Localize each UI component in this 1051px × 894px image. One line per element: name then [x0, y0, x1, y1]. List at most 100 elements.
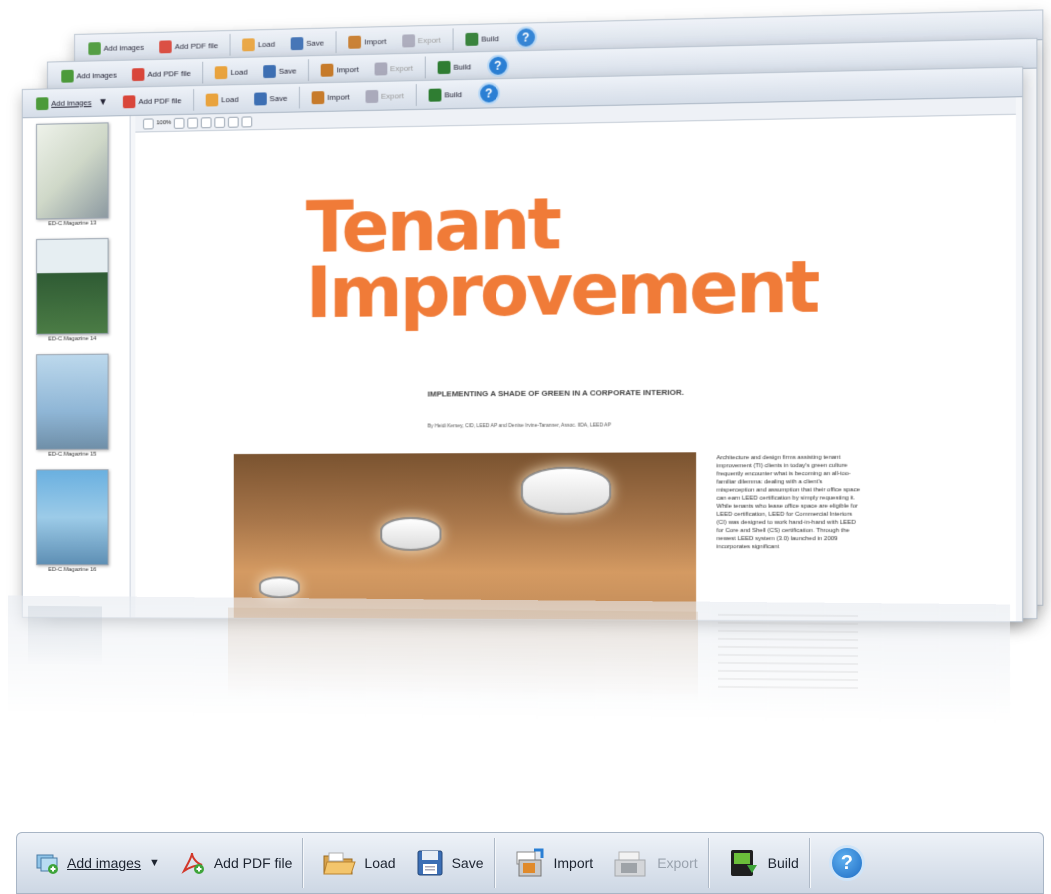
floppy-icon	[263, 64, 276, 78]
toolbar-separator	[229, 33, 231, 56]
app-stack-illustration: Add images Add PDF file Load Save Import…	[0, 0, 1051, 725]
thumbnail-page[interactable]	[36, 237, 109, 335]
import-button[interactable]: Import	[496, 841, 604, 885]
import-button[interactable]: Import	[343, 30, 393, 53]
help-button[interactable]: ?	[481, 54, 515, 77]
zoom-level[interactable]: 100%	[157, 120, 172, 126]
add-images-icon	[36, 96, 49, 110]
build-icon	[465, 32, 479, 46]
export-icon	[365, 89, 379, 103]
pdf-icon	[181, 852, 204, 874]
thumbnail-page[interactable]	[36, 469, 109, 566]
reflection-text	[718, 613, 858, 696]
export-icon	[374, 61, 388, 76]
add-images-icon	[36, 854, 58, 874]
import-button[interactable]: Import	[306, 85, 356, 108]
magnify-plus-icon[interactable]	[214, 116, 226, 128]
thumbnail-label: ED-C.Magazine 16	[48, 567, 97, 574]
add-pdf-button[interactable]: Add PDF file	[154, 34, 224, 57]
toolbar-separator	[308, 59, 310, 82]
help-button[interactable]: ?	[509, 26, 543, 49]
thumbnail-label: ED-C.Magazine 14	[48, 336, 97, 343]
toolbar-enlarged: Add images ▼ Add PDF file Load Save Impo…	[16, 832, 1044, 894]
zoom-out-icon[interactable]	[143, 117, 154, 129]
toolbar-separator	[424, 56, 426, 79]
main-window: Add images ▼ Add PDF file Load Save Impor…	[21, 66, 1024, 623]
export-button[interactable]: Export	[359, 84, 409, 107]
build-icon	[437, 60, 451, 74]
help-button[interactable]: ?	[472, 82, 506, 105]
dropdown-arrow-icon[interactable]: ▼	[149, 857, 160, 869]
ceiling-lamp	[380, 517, 442, 551]
thumbnail-panel[interactable]: ED-C.Magazine 13 ED-C.Magazine 14 ED-C.M…	[22, 116, 131, 618]
save-button[interactable]: Save	[285, 31, 330, 54]
pdf-icon	[123, 94, 136, 108]
article-body: Architecture and design firms assisting …	[716, 454, 860, 551]
add-pdf-button[interactable]: Add PDF file	[170, 841, 303, 885]
hand-tool-icon[interactable]	[241, 115, 253, 127]
reflection-thumbs	[28, 605, 102, 667]
build-button[interactable]: Build	[710, 841, 809, 885]
build-button[interactable]: Build	[459, 27, 504, 50]
article-subtitle: IMPLEMENTING A SHADE OF GREEN IN A CORPO…	[427, 387, 684, 399]
page-viewer[interactable]: 100% Tenant Improvement IMPLEMENTING A S…	[135, 97, 1016, 622]
add-pdf-button[interactable]: Add PDF file	[117, 89, 187, 112]
help-icon: ?	[477, 82, 500, 105]
thumbnail-page[interactable]	[36, 122, 109, 220]
load-button[interactable]: Load	[209, 61, 253, 84]
add-images-button[interactable]: Add images ▼	[30, 91, 113, 114]
save-button[interactable]: Save	[248, 87, 293, 110]
export-button[interactable]: Export	[603, 841, 707, 885]
build-button[interactable]: Build	[423, 83, 468, 106]
ceiling-lamp	[520, 466, 612, 515]
save-button[interactable]: Save	[406, 841, 494, 885]
import-button[interactable]: Import	[315, 58, 365, 81]
build-button[interactable]: Build	[432, 55, 477, 78]
add-images-button[interactable]: Add images	[56, 64, 123, 87]
pdf-icon	[159, 39, 172, 53]
add-images-button[interactable]: Add images ▼	[17, 841, 170, 885]
toolbar-separator	[202, 61, 204, 84]
select-tool-icon[interactable]	[228, 116, 239, 128]
export-icon	[402, 33, 415, 48]
toolbar-separator	[335, 31, 337, 54]
folder-icon	[214, 65, 228, 79]
import-icon	[348, 35, 362, 49]
save-button[interactable]: Save	[257, 59, 302, 82]
magnify-minus-icon[interactable]	[201, 116, 212, 128]
load-button[interactable]: Load	[304, 841, 405, 885]
dropdown-arrow-icon[interactable]: ▼	[98, 96, 107, 107]
load-button[interactable]: Load	[236, 33, 280, 56]
floppy-icon	[290, 36, 304, 50]
reflection	[8, 595, 1010, 725]
import-icon	[516, 848, 543, 877]
export-icon	[614, 851, 646, 877]
ceiling-photo	[233, 452, 697, 622]
magazine-page: Tenant Improvement IMPLEMENTING A SHADE …	[135, 114, 1016, 622]
folder-icon	[323, 852, 357, 875]
folder-icon	[242, 37, 255, 51]
fit-page-icon[interactable]	[187, 117, 199, 129]
floppy-icon	[417, 850, 443, 876]
add-images-button[interactable]: Add images	[83, 36, 150, 59]
help-icon: ?	[828, 845, 865, 881]
toolbar-separator	[452, 28, 454, 51]
pdf-icon	[132, 67, 145, 81]
add-pdf-button[interactable]: Add PDF file	[126, 62, 196, 85]
add-images-icon	[88, 41, 101, 55]
article-byline: By Heidi Kersey, CID, LEED AP and Denise…	[427, 422, 611, 430]
build-icon	[730, 850, 757, 876]
help-button[interactable]: ?	[811, 841, 875, 885]
build-icon	[428, 88, 442, 102]
help-icon: ?	[486, 54, 509, 77]
thumbnail-page[interactable]	[36, 353, 109, 450]
load-button[interactable]: Load	[200, 88, 244, 111]
thumbnail-label: ED-C.Magazine 15	[48, 451, 97, 458]
toolbar-separator	[415, 84, 417, 107]
export-button[interactable]: Export	[396, 29, 446, 52]
ceiling-lamp	[259, 576, 300, 599]
zoom-in-icon[interactable]	[174, 117, 185, 129]
import-icon	[320, 63, 334, 77]
folder-icon	[205, 92, 219, 107]
export-button[interactable]: Export	[369, 57, 419, 80]
